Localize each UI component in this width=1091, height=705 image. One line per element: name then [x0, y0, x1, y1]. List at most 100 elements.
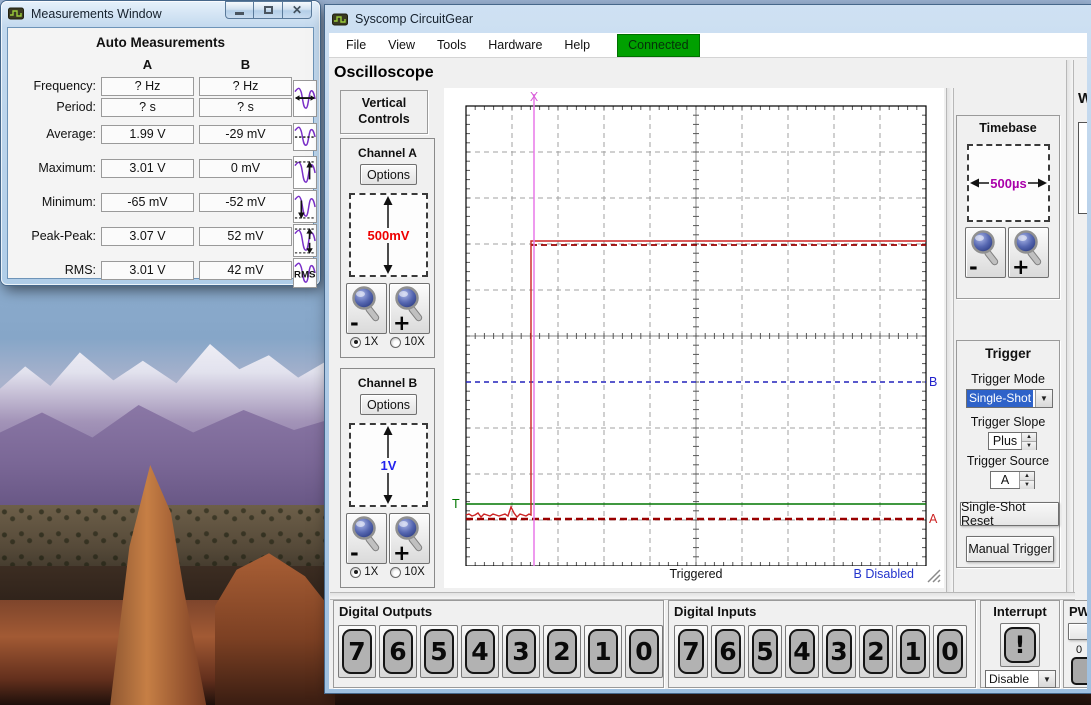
- measurement-value-a: ? s: [101, 98, 194, 117]
- measurement-value-b: 0 mV: [199, 159, 292, 178]
- bit-label: 4: [789, 629, 815, 674]
- measurement-row-average: Average:1.99 V-29 mV: [8, 125, 313, 144]
- measurement-row-period: Period:? s? s: [8, 98, 313, 117]
- waveform-generator-title: W: [1078, 90, 1087, 107]
- channel-b-probe-10x-radio[interactable]: 10X: [390, 566, 424, 578]
- pwm-button[interactable]: [1068, 623, 1087, 640]
- digital-input-bit-2[interactable]: 2: [859, 625, 893, 678]
- pane-sash[interactable]: [330, 592, 1075, 600]
- digital-output-bit-0[interactable]: 0: [625, 625, 663, 678]
- interrupt-button[interactable]: !: [1000, 623, 1040, 667]
- main-window-body: File View Tools Hardware Help Connected …: [329, 33, 1087, 689]
- maximize-icon: [264, 6, 273, 14]
- digital-input-bit-6[interactable]: 6: [711, 625, 745, 678]
- channel-a-label: Channel A: [341, 146, 434, 160]
- digital-input-bit-7[interactable]: 7: [674, 625, 708, 678]
- channel-b-zoom-out-button[interactable]: -: [346, 513, 387, 564]
- measurements-titlebar[interactable]: Measurements Window ✕: [1, 1, 320, 26]
- menu-tools[interactable]: Tools: [426, 34, 477, 56]
- digital-input-bit-5[interactable]: 5: [748, 625, 782, 678]
- minimize-button[interactable]: [225, 1, 254, 19]
- minus-icon: -: [350, 311, 359, 335]
- pane-sash[interactable]: [946, 88, 954, 592]
- trigger-mode-label: Trigger Mode: [957, 372, 1059, 386]
- measurement-value-b: 42 mV: [199, 261, 292, 280]
- pane-sash[interactable]: [1066, 60, 1074, 592]
- trigger-mode-select[interactable]: Single-Shot ▼: [966, 389, 1053, 408]
- trigger-source-label: Trigger Source: [957, 454, 1059, 468]
- channel-a-zoom-out-button[interactable]: -: [346, 283, 387, 334]
- svg-text:RMS: RMS: [294, 270, 316, 281]
- channel-a-sensitivity-box[interactable]: 500mV: [349, 193, 428, 277]
- trigger-slope-spinbox[interactable]: Plus ▲▼: [988, 432, 1037, 450]
- channel-b-sensitivity-box[interactable]: 1V: [349, 423, 428, 507]
- single-shot-reset-button[interactable]: Single-Shot Reset: [960, 502, 1059, 526]
- bit-label: 6: [383, 629, 413, 674]
- trigger-source-spinbox[interactable]: A ▲▼: [990, 471, 1035, 489]
- maximize-button[interactable]: [254, 1, 283, 19]
- digital-output-bit-7[interactable]: 7: [338, 625, 376, 678]
- exclamation-icon: !: [1004, 627, 1036, 663]
- menu-file[interactable]: File: [335, 34, 377, 56]
- svg-text:A: A: [929, 512, 938, 526]
- bit-label: 3: [506, 629, 536, 674]
- chevron-down-icon[interactable]: ▼: [1038, 671, 1055, 687]
- pwm-bit-button[interactable]: [1071, 657, 1087, 685]
- measurement-row-minimum: Minimum:-65 mV-52 mV: [8, 193, 313, 212]
- menu-help[interactable]: Help: [553, 34, 601, 56]
- spinner-arrows[interactable]: ▲▼: [1019, 472, 1034, 488]
- measurement-row-rms: RMS:3.01 V42 mV: [8, 261, 313, 280]
- measurement-row-maximum: Maximum:3.01 V0 mV: [8, 159, 313, 178]
- timebase-zoom-in-button[interactable]: +: [1008, 227, 1049, 278]
- menu-hardware[interactable]: Hardware: [477, 34, 553, 56]
- arrow-up-icon: ▲: [1020, 472, 1034, 480]
- channel-a-options-button[interactable]: Options: [360, 164, 417, 185]
- channel-a-probe-10x-radio[interactable]: 10X: [390, 336, 424, 348]
- spinner-arrows[interactable]: ▲▼: [1021, 433, 1036, 449]
- bit-label: 7: [342, 629, 372, 674]
- chevron-down-icon[interactable]: ▼: [1035, 390, 1052, 407]
- svg-text:B: B: [929, 375, 937, 389]
- channel-a-probe-1x-radio[interactable]: 1X: [350, 336, 378, 348]
- trigger-slope-label: Trigger Slope: [957, 415, 1059, 429]
- resize-grip[interactable]: [926, 568, 942, 584]
- digital-input-bit-0[interactable]: 0: [933, 625, 967, 678]
- channel-a-zoom-in-button[interactable]: +: [389, 283, 430, 334]
- radio-icon: [390, 567, 401, 578]
- close-button[interactable]: ✕: [283, 1, 312, 19]
- scope-display[interactable]: XTAB Triggered B Disabled: [444, 88, 944, 588]
- digital-output-bit-1[interactable]: 1: [584, 625, 622, 678]
- main-titlebar[interactable]: Syscomp CircuitGear: [325, 5, 1091, 31]
- interrupt-title: Interrupt: [981, 604, 1059, 619]
- waveform-generator-panel: W: [1076, 60, 1087, 591]
- measurement-label: Minimum:: [8, 193, 96, 212]
- digital-input-bit-1[interactable]: 1: [896, 625, 930, 678]
- channel-b-options-button[interactable]: Options: [360, 394, 417, 415]
- measurement-value-b: -52 mV: [199, 193, 292, 212]
- digital-output-bit-5[interactable]: 5: [420, 625, 458, 678]
- timebase-range-box[interactable]: 500µs: [967, 144, 1050, 222]
- digital-input-bit-4[interactable]: 4: [785, 625, 819, 678]
- measurements-window-title: Measurements Window: [31, 7, 162, 21]
- measurement-label: Period:: [8, 98, 96, 117]
- menu-view[interactable]: View: [377, 34, 426, 56]
- digital-output-bit-2[interactable]: 2: [543, 625, 581, 678]
- channel-b-probe-1x-radio[interactable]: 1X: [350, 566, 378, 578]
- digital-output-bit-4[interactable]: 4: [461, 625, 499, 678]
- scope-plot[interactable]: XTAB: [444, 88, 944, 566]
- digital-output-bit-3[interactable]: 3: [502, 625, 540, 678]
- column-header-b: B: [199, 57, 292, 72]
- circuitgear-window: Syscomp CircuitGear File View Tools Hard…: [325, 5, 1091, 693]
- measurement-row-peak-peak: Peak-Peak:3.07 V52 mV: [8, 227, 313, 246]
- trigger-slope-value: Plus: [989, 433, 1021, 449]
- digital-outputs-panel: Digital Outputs 76543210: [333, 600, 664, 688]
- pwm-value: 0: [1076, 644, 1082, 656]
- column-header-a: A: [101, 57, 194, 72]
- radio-selected-icon: [350, 567, 361, 578]
- timebase-zoom-out-button[interactable]: -: [965, 227, 1006, 278]
- manual-trigger-button[interactable]: Manual Trigger: [966, 536, 1054, 562]
- interrupt-mode-select[interactable]: Disable ▼: [985, 670, 1056, 688]
- digital-input-bit-3[interactable]: 3: [822, 625, 856, 678]
- channel-b-zoom-in-button[interactable]: +: [389, 513, 430, 564]
- digital-output-bit-6[interactable]: 6: [379, 625, 417, 678]
